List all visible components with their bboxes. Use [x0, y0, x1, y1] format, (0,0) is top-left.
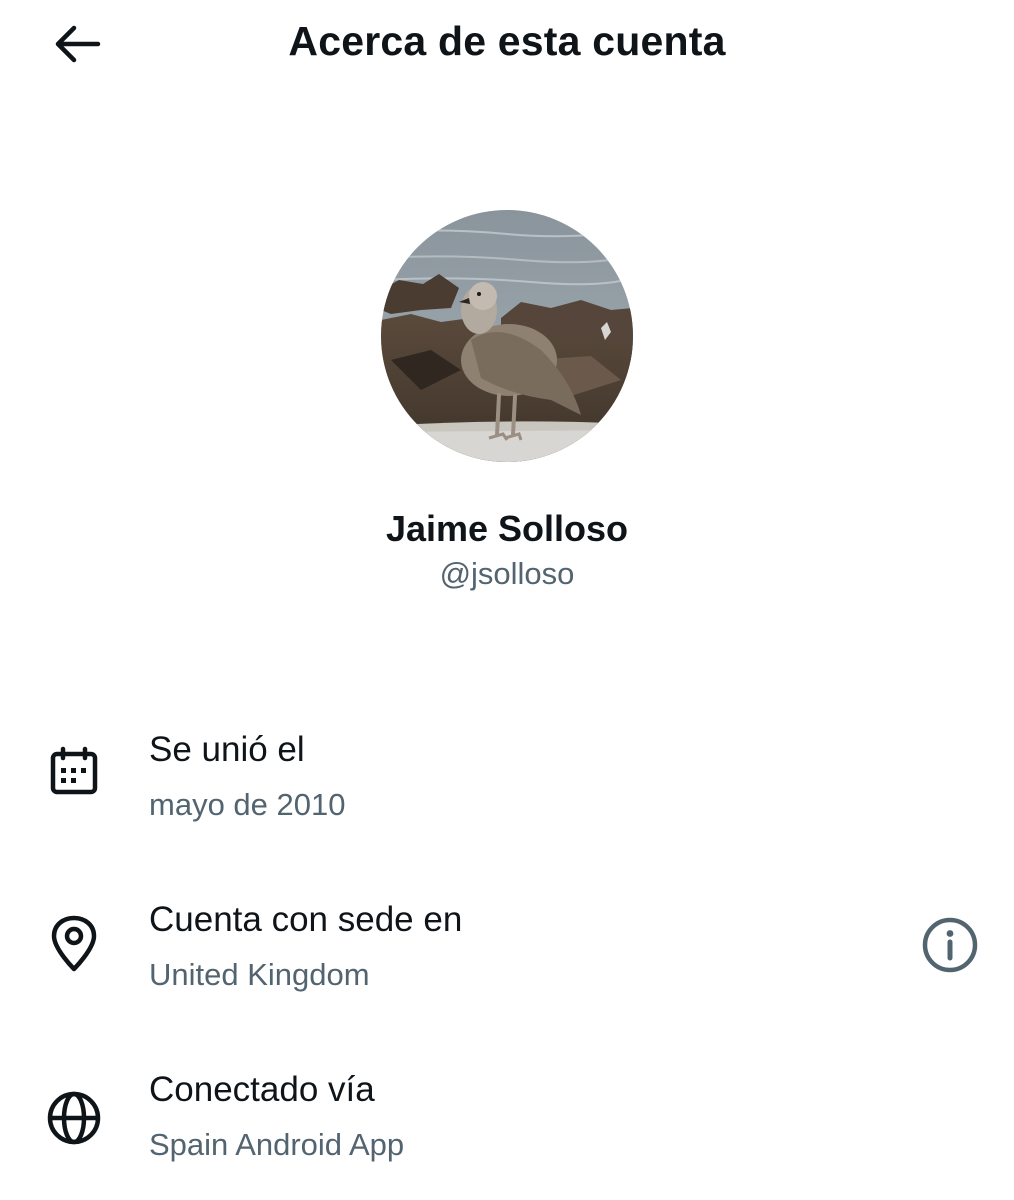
location-pin-icon [44, 914, 104, 974]
location-label: Cuenta con sede en [149, 900, 463, 939]
info-circle-icon [922, 917, 978, 973]
connected-via-row: Conectado vía Spain Android App [0, 1068, 1014, 1188]
calendar-icon [44, 742, 104, 802]
joined-value: mayo de 2010 [149, 787, 346, 822]
joined-date-row: Se unió el mayo de 2010 [0, 728, 1014, 848]
connected-value: Spain Android App [149, 1127, 405, 1162]
location-info-button[interactable] [918, 913, 982, 977]
joined-label: Se unió el [149, 730, 305, 769]
page-title: Acerca de esta cuenta [288, 18, 726, 64]
connected-label: Conectado vía [149, 1070, 375, 1109]
display-name: Jaime Solloso [385, 508, 629, 549]
globe-icon [44, 1088, 104, 1148]
avatar [381, 210, 633, 462]
account-location-row: Cuenta con sede en United Kingdom [0, 898, 1014, 1018]
username-handle: @jsolloso [439, 556, 575, 591]
top-app-bar: Acerca de esta cuenta [0, 0, 1014, 90]
seagull-photo [381, 210, 633, 462]
location-value: United Kingdom [149, 957, 370, 992]
